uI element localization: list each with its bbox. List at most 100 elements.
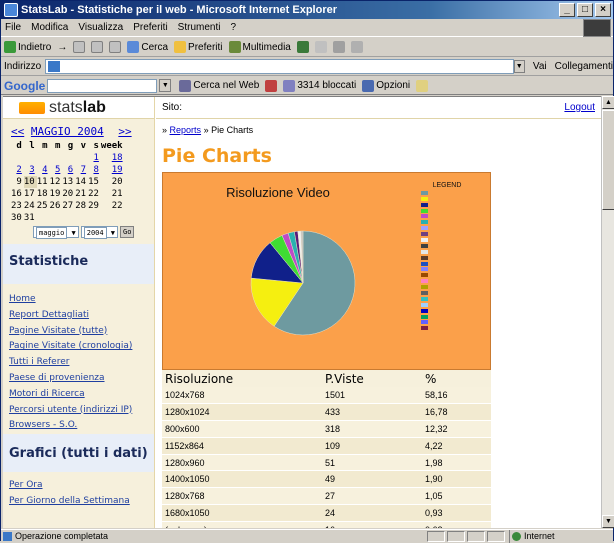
calendar-month-link[interactable]: MAGGIO 2004 xyxy=(31,125,104,138)
ie-app-icon xyxy=(4,3,18,17)
google-search-dropdown[interactable]: ▼ xyxy=(159,79,172,92)
links-button[interactable]: Collegamenti xyxy=(555,61,613,72)
sidebar-link[interactable]: Home xyxy=(3,292,154,308)
history-button[interactable] xyxy=(296,41,309,53)
calendar-day: 18 xyxy=(36,189,48,199)
forward-button[interactable]: → xyxy=(57,42,67,53)
calendar-prev-link[interactable]: << xyxy=(11,125,24,138)
sidebar-link[interactable]: Report Dettagliati xyxy=(3,308,154,324)
legend-swatch xyxy=(421,326,428,331)
stop-icon xyxy=(73,41,86,53)
back-button[interactable]: Indietro xyxy=(4,41,51,53)
legend-swatch xyxy=(421,243,428,248)
home-button[interactable] xyxy=(109,41,122,53)
month-select[interactable]: maggio ▼ xyxy=(33,226,79,239)
calendar-empty-cell xyxy=(24,152,37,164)
address-dropdown-button[interactable]: ▼ xyxy=(513,60,525,73)
scroll-up-button[interactable]: ▲ xyxy=(602,96,614,109)
calendar-day[interactable]: 7 xyxy=(75,164,88,176)
legend-swatch xyxy=(421,214,428,219)
highlight-button[interactable] xyxy=(416,79,429,92)
calendar-day: 20 xyxy=(62,189,74,199)
mail-button[interactable] xyxy=(314,41,327,53)
options-button[interactable]: Opzioni xyxy=(362,79,410,92)
calendar-day[interactable]: 5 xyxy=(50,164,63,176)
calendar-week-number[interactable]: 19 xyxy=(101,164,125,176)
calendar-header: d xyxy=(16,141,22,151)
google-logo[interactable]: Google xyxy=(4,79,45,93)
calendar-header: m xyxy=(54,141,61,151)
calendar-day[interactable]: 4 xyxy=(37,164,50,176)
year-select[interactable]: 2004 ▼ xyxy=(80,226,119,239)
pagerank-button[interactable] xyxy=(265,79,278,92)
breadcrumb-reports-link[interactable]: Reports xyxy=(170,125,202,135)
sidebar-link[interactable]: Per Ora xyxy=(3,478,154,494)
page-done-icon xyxy=(3,532,12,541)
search-button[interactable]: Cerca xyxy=(127,41,168,53)
sidebar-link[interactable]: Pagine Visitate (cronologia) xyxy=(3,339,154,355)
stop-button[interactable] xyxy=(73,41,86,53)
table-row: (unknown)160,62 xyxy=(162,521,491,528)
main-content: Sito: Logout » Reports » Pie Charts Pie … xyxy=(156,97,601,528)
legend-swatch xyxy=(421,314,428,319)
go-button[interactable]: Vai xyxy=(533,61,547,72)
vertical-scrollbar[interactable]: ▲ ▼ xyxy=(601,96,614,528)
legend-swatch xyxy=(421,237,428,242)
menu-view[interactable]: Visualizza xyxy=(78,22,123,33)
status-bar: Operazione completata Internet xyxy=(1,529,613,543)
address-input[interactable] xyxy=(45,59,514,74)
menu-tools[interactable]: Strumenti xyxy=(178,22,221,33)
table-cell: 24 xyxy=(322,504,422,522)
calendar-week-number[interactable]: 18 xyxy=(101,152,125,164)
table-row: 1280x960 51 1,98 xyxy=(162,454,491,472)
refresh-button[interactable] xyxy=(91,41,104,53)
calendar-day: 25 xyxy=(36,201,48,211)
maximize-button[interactable]: □ xyxy=(577,3,593,17)
sidebar-link[interactable]: Paese di provenienza xyxy=(3,371,154,387)
calendar-day[interactable]: 1 xyxy=(88,152,101,164)
sidebar-link[interactable]: Per Giorno della Settimana xyxy=(3,494,154,510)
pagerank-icon xyxy=(265,79,278,92)
sidebar-link[interactable]: Motori di Ricerca xyxy=(3,387,154,403)
print-button[interactable] xyxy=(332,41,345,53)
media-button[interactable]: Multimedia xyxy=(228,41,291,53)
sidebar-link[interactable]: Pagine Visitate (tutte) xyxy=(3,324,154,340)
scroll-down-button[interactable]: ▼ xyxy=(602,515,614,528)
logout-link[interactable]: Logout xyxy=(564,102,595,113)
favorites-button[interactable]: Preferiti xyxy=(174,41,223,53)
calendar-go-button[interactable]: Go xyxy=(120,226,135,238)
back-arrow-icon xyxy=(4,41,16,53)
popup-blocker-button[interactable]: 3314 bloccati xyxy=(283,79,356,92)
search-web-button[interactable]: Cerca nel Web xyxy=(179,79,259,92)
menu-edit[interactable]: Modifica xyxy=(31,22,68,33)
sidebar-link[interactable]: Tutti i Referer xyxy=(3,355,154,371)
statslab-logo[interactable]: statslab xyxy=(3,97,154,119)
table-cell: 4,22 xyxy=(422,437,491,455)
table-cell: 0,93 xyxy=(422,504,491,522)
calendar-day: 17 xyxy=(23,189,35,199)
sidebar-link[interactable]: Percorsi utente (indirizzi IP) xyxy=(3,403,154,419)
edit-button[interactable] xyxy=(350,41,363,53)
google-search-input[interactable] xyxy=(47,78,158,93)
google-toolbar: Google ▼ Cerca nel Web 3314 bloccati Opz… xyxy=(1,77,613,95)
scroll-thumb[interactable] xyxy=(602,110,614,210)
calendar-day[interactable]: 2 xyxy=(11,164,24,176)
table-cell: 433 xyxy=(322,403,422,422)
calendar-day: 30 xyxy=(11,213,22,223)
menu-favorites[interactable]: Preferiti xyxy=(133,22,167,33)
sidebar-link[interactable]: Browsers - S.O. xyxy=(3,418,154,434)
minimize-button[interactable]: _ xyxy=(559,3,575,17)
table-row: 1280x1024 433 16,78 xyxy=(162,403,491,422)
calendar-day[interactable]: 6 xyxy=(62,164,75,176)
legend-swatch xyxy=(421,232,428,237)
calendar-day[interactable]: 3 xyxy=(24,164,37,176)
table-cell: 318 xyxy=(322,420,422,438)
table-cell: 1,98 xyxy=(422,454,491,472)
menu-help[interactable]: ? xyxy=(230,22,236,33)
table-cell: 12,32 xyxy=(422,420,491,438)
calendar-day[interactable]: 8 xyxy=(88,164,101,176)
close-button[interactable]: × xyxy=(595,3,611,17)
table-cell: 1680x1050 xyxy=(162,504,322,522)
menu-file[interactable]: File xyxy=(5,22,21,33)
calendar-next-link[interactable]: >> xyxy=(118,125,131,138)
